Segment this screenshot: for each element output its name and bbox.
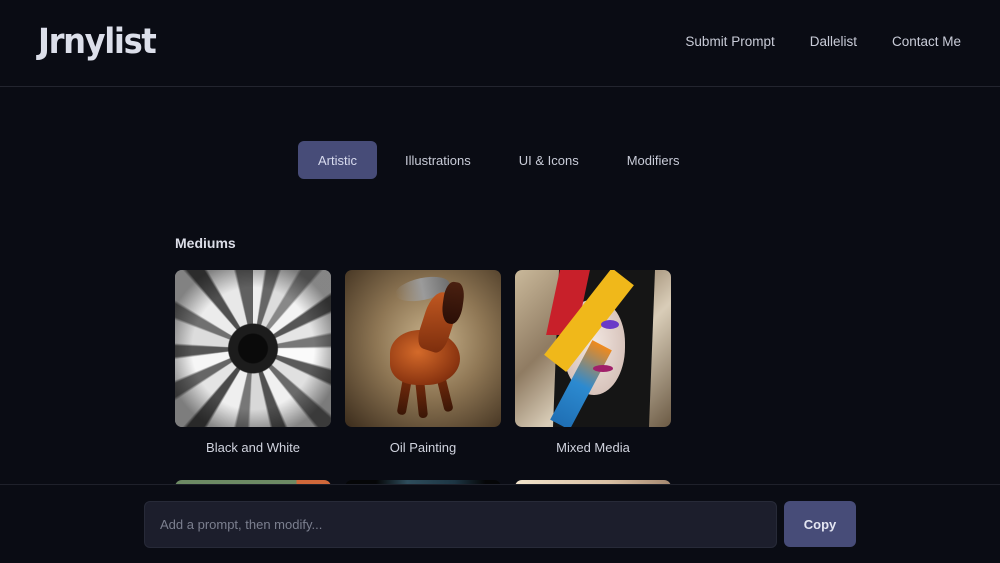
site-header: Jrnylist Submit Prompt Dallelist Contact… [0, 0, 1000, 87]
mediums-grid: Black and White Oil Painting Mixed Media [175, 270, 671, 455]
collage-eye-shape [601, 320, 619, 329]
card-label: Mixed Media [556, 440, 630, 455]
top-nav: Submit Prompt Dallelist Contact Me [685, 34, 961, 49]
tab-modifiers[interactable]: Modifiers [607, 141, 700, 179]
prompt-bar: Copy [0, 484, 1000, 563]
category-tabs: Artistic Illustrations UI & Icons Modifi… [298, 141, 707, 179]
card-mixed-media[interactable]: Mixed Media [515, 270, 671, 455]
oil-painting-thumbnail[interactable] [345, 270, 501, 427]
card-oil-painting[interactable]: Oil Painting [345, 270, 501, 455]
nav-dallelist[interactable]: Dallelist [810, 34, 857, 49]
card-black-and-white[interactable]: Black and White [175, 270, 331, 455]
tab-artistic[interactable]: Artistic [298, 141, 377, 179]
black-and-white-thumbnail[interactable] [175, 270, 331, 427]
nav-submit-prompt[interactable]: Submit Prompt [685, 34, 774, 49]
tab-ui-icons[interactable]: UI & Icons [499, 141, 599, 179]
prompt-input[interactable] [144, 501, 777, 548]
collage-lips-shape [593, 365, 613, 372]
copy-button[interactable]: Copy [784, 501, 856, 547]
tab-illustrations[interactable]: Illustrations [385, 141, 491, 179]
nav-contact-me[interactable]: Contact Me [892, 34, 961, 49]
card-label: Black and White [206, 440, 300, 455]
section-title: Mediums [175, 235, 236, 251]
card-label: Oil Painting [389, 440, 457, 455]
logo[interactable]: Jrnylist [38, 22, 157, 62]
mixed-media-thumbnail[interactable] [515, 270, 671, 427]
